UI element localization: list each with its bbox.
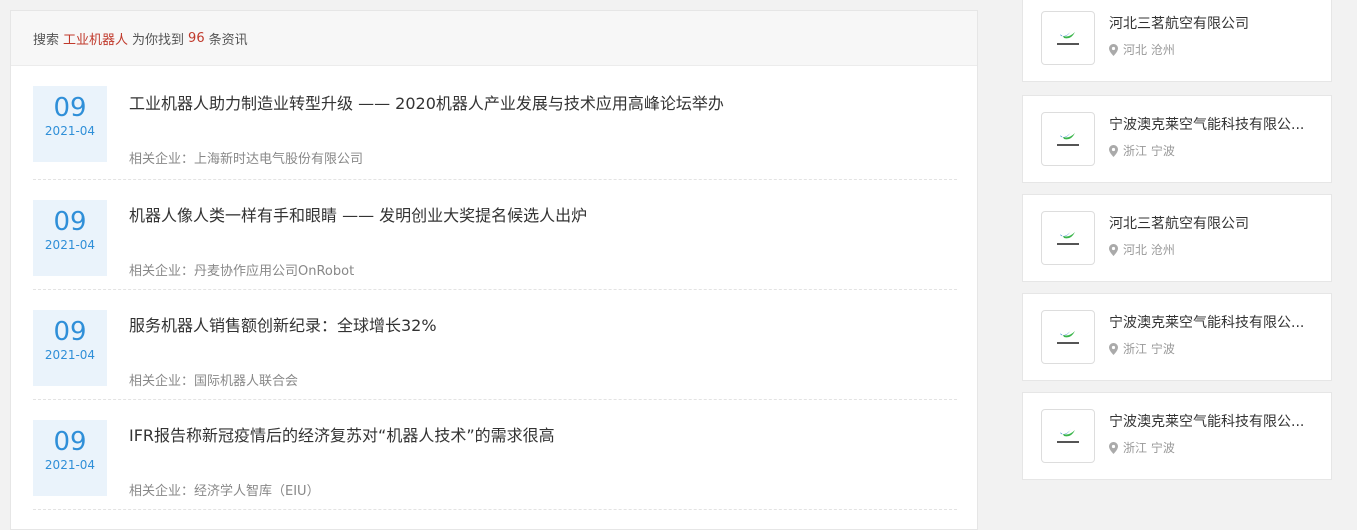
map-pin-icon [1109,43,1118,56]
map-pin-icon [1109,342,1118,355]
company-logo-icon [1041,409,1095,463]
date-badge: 09 2021-04 [33,420,107,496]
search-prefix: 搜索 [33,32,60,48]
company-logo-icon [1041,211,1095,265]
location-text: 浙江 宁波 [1123,342,1175,356]
search-summary: 搜索 工业机器人 为你找到 96 条资讯 [11,11,977,66]
company-card[interactable]: 河北三茗航空有限公司 河北 沧州 [1022,0,1332,82]
related-company[interactable]: 相关企业：经济学人智库（EIU） [129,480,320,499]
news-title-link[interactable]: IFR报告称新冠疫情后的经济复苏对“机器人技术”的需求很高 [129,422,555,446]
company-name[interactable]: 宁波澳克莱空气能科技有限公... [1109,114,1321,134]
related-company[interactable]: 相关企业：上海新时达电气股份有限公司 [129,148,363,167]
map-pin-icon [1109,243,1118,256]
search-middle: 为你找到 [132,32,185,48]
news-item[interactable]: 09 2021-04 机器人像人类一样有手和眼睛 —— 发明创业大奖提名候选人出… [33,180,957,290]
related-company[interactable]: 相关企业：丹麦协作应用公司OnRobot [129,260,354,279]
company-logo-icon [1041,310,1095,364]
result-count: 96 [188,30,205,46]
company-location: 浙江 宁波 [1109,439,1175,456]
company-card[interactable]: 河北三茗航空有限公司 河北 沧州 [1022,194,1332,282]
date-year-month: 2021-04 [44,458,96,472]
location-text: 浙江 宁波 [1123,441,1175,455]
company-name[interactable]: 河北三茗航空有限公司 [1109,213,1321,233]
company-card[interactable]: 宁波澳克莱空气能科技有限公... 浙江 宁波 [1022,95,1332,183]
news-list: 09 2021-04 工业机器人助力制造业转型升级 —— 2020机器人产业发展… [11,66,977,510]
map-pin-icon [1109,441,1118,454]
date-badge: 09 2021-04 [33,86,107,162]
date-day: 09 [53,427,87,457]
date-year-month: 2021-04 [44,124,96,138]
date-day: 09 [53,317,87,347]
map-pin-icon [1109,144,1118,157]
location-text: 浙江 宁波 [1123,144,1175,158]
news-panel: 搜索 工业机器人 为你找到 96 条资讯 09 2021-04 工业机器人助力制… [10,10,978,530]
company-card[interactable]: 宁波澳克莱空气能科技有限公... 浙江 宁波 [1022,293,1332,381]
location-text: 河北 沧州 [1123,243,1175,257]
company-name[interactable]: 宁波澳克莱空气能科技有限公... [1109,411,1321,431]
company-location: 河北 沧州 [1109,41,1175,58]
date-year-month: 2021-04 [44,348,96,362]
company-location: 河北 沧州 [1109,241,1175,258]
news-title-link[interactable]: 机器人像人类一样有手和眼睛 —— 发明创业大奖提名候选人出炉 [129,202,587,226]
company-logo-icon [1041,11,1095,65]
date-badge: 09 2021-04 [33,200,107,276]
news-item[interactable]: 09 2021-04 服务机器人销售额创新纪录：全球增长32% 相关企业：国际机… [33,290,957,400]
search-suffix: 条资讯 [208,32,248,48]
date-day: 09 [53,93,87,123]
company-name[interactable]: 河北三茗航空有限公司 [1109,13,1321,33]
company-card[interactable]: 宁波澳克莱空气能科技有限公... 浙江 宁波 [1022,392,1332,480]
date-badge: 09 2021-04 [33,310,107,386]
search-keyword[interactable]: 工业机器人 [63,29,128,48]
news-item[interactable]: 09 2021-04 工业机器人助力制造业转型升级 —— 2020机器人产业发展… [33,66,957,180]
date-day: 09 [53,207,87,237]
news-item[interactable]: 09 2021-04 IFR报告称新冠疫情后的经济复苏对“机器人技术”的需求很高… [33,400,957,510]
company-location: 浙江 宁波 [1109,340,1175,357]
location-text: 河北 沧州 [1123,43,1175,57]
company-logo-icon [1041,112,1095,166]
date-year-month: 2021-04 [44,238,96,252]
company-location: 浙江 宁波 [1109,142,1175,159]
news-title-link[interactable]: 服务机器人销售额创新纪录：全球增长32% [129,312,437,336]
related-company[interactable]: 相关企业：国际机器人联合会 [129,370,298,389]
news-title-link[interactable]: 工业机器人助力制造业转型升级 —— 2020机器人产业发展与技术应用高峰论坛举办 [129,90,724,114]
company-name[interactable]: 宁波澳克莱空气能科技有限公... [1109,312,1321,332]
